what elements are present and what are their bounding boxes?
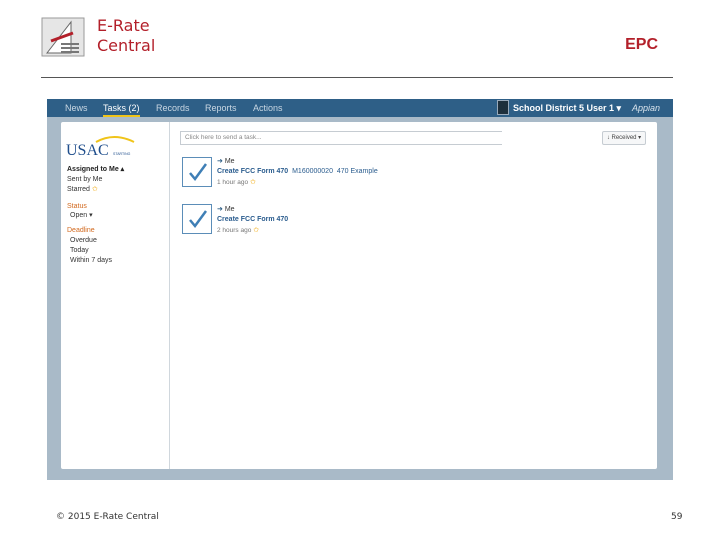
task-2-assignee: ➜ Me bbox=[217, 205, 235, 214]
top-navigation: News Tasks (2) Records Reports Actions S… bbox=[47, 99, 673, 117]
task-1-status-icon[interactable] bbox=[182, 157, 212, 187]
task-1-age: 1 hour ago bbox=[217, 179, 249, 186]
task-search-input[interactable]: Click here to send a task... bbox=[180, 131, 502, 145]
sort-received-button[interactable]: ↓ Received ▾ bbox=[602, 131, 646, 145]
filter-sent-by-me[interactable]: Sent by Me bbox=[67, 175, 102, 184]
task-1-assignee: ➜ Me bbox=[217, 157, 235, 166]
deadline-heading: Deadline bbox=[67, 227, 95, 234]
usac-logo-sub: STARTING bbox=[113, 152, 131, 156]
tab-reports[interactable]: Reports bbox=[205, 99, 237, 117]
task-1-star-icon[interactable]: ✩ bbox=[250, 179, 256, 186]
task-2-status-icon[interactable] bbox=[182, 204, 212, 234]
page-number: 59 bbox=[671, 512, 683, 522]
tab-news[interactable]: News bbox=[65, 99, 88, 117]
task-2-title-link[interactable]: Create FCC Form 470 bbox=[217, 216, 288, 223]
filter-assigned-to-me[interactable]: Assigned to Me ▴ bbox=[67, 165, 124, 174]
task-2-age: 2 hours ago bbox=[217, 227, 252, 234]
task-1-title-link[interactable]: Create FCC Form 470 bbox=[217, 168, 288, 175]
tab-tasks[interactable]: Tasks (2) bbox=[103, 99, 140, 117]
filter-sidebar: USAC STARTING Assigned to Me ▴ Sent by M… bbox=[61, 122, 170, 469]
checkmark-icon bbox=[189, 210, 208, 229]
copyright-footer: © 2015 E-Rate Central bbox=[56, 512, 159, 522]
filter-starred-label: Starred bbox=[67, 186, 90, 193]
task-2-meta: 2 hours ago ✩ bbox=[217, 226, 259, 235]
tab-records[interactable]: Records bbox=[156, 99, 190, 117]
task-1-number: M160000020 bbox=[292, 168, 333, 175]
filter-status-open[interactable]: Open ▾ bbox=[70, 211, 93, 220]
task-2-line: Create FCC Form 470 bbox=[217, 215, 288, 224]
brand-title: E-Rate Central bbox=[97, 16, 155, 56]
task-1-line: Create FCC Form 470 M160000020 470 Examp… bbox=[217, 167, 378, 176]
task-2-star-icon[interactable]: ✩ bbox=[253, 227, 259, 234]
brand-line-1: E-Rate bbox=[97, 16, 150, 35]
slide-corner-title: EPC bbox=[625, 36, 658, 53]
filter-deadline-overdue[interactable]: Overdue bbox=[70, 236, 97, 245]
header-divider bbox=[41, 77, 673, 78]
usac-logo: USAC STARTING bbox=[66, 136, 135, 158]
user-menu[interactable]: School District 5 User 1 ▾ bbox=[513, 99, 621, 117]
tasks-panel: USAC STARTING Assigned to Me ▴ Sent by M… bbox=[61, 122, 657, 469]
task-1-meta: 1 hour ago ✩ bbox=[217, 178, 256, 187]
product-logo: Appian bbox=[632, 103, 661, 113]
filter-starred[interactable]: Starred ✩ bbox=[67, 185, 98, 194]
task-1-assignee-name: Me bbox=[224, 158, 235, 165]
user-avatar[interactable] bbox=[497, 100, 509, 115]
status-heading: Status bbox=[67, 203, 87, 210]
task-1-suffix: 470 Example bbox=[336, 168, 378, 175]
erate-logo-icon bbox=[41, 17, 85, 57]
tab-actions[interactable]: Actions bbox=[253, 99, 283, 117]
task-2-assignee-name: Me bbox=[224, 206, 235, 213]
usac-logo-text: USAC bbox=[66, 142, 109, 158]
checkmark-icon bbox=[189, 163, 208, 182]
filter-deadline-7-days[interactable]: Within 7 days bbox=[70, 256, 112, 265]
arrow-right-icon: ➜ bbox=[217, 206, 223, 213]
brand-line-2: Central bbox=[97, 36, 156, 55]
star-icon: ✩ bbox=[91, 186, 98, 193]
filter-deadline-today[interactable]: Today bbox=[70, 246, 89, 255]
arrow-right-icon: ➜ bbox=[217, 158, 223, 165]
app-screenshot: News Tasks (2) Records Reports Actions S… bbox=[47, 99, 673, 480]
